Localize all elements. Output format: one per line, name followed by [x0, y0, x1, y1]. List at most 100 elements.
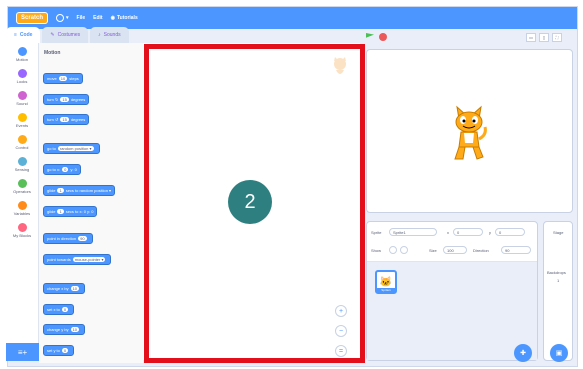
block-change-y[interactable]: change y by 10 [43, 324, 86, 335]
speaker-icon: ♪ [98, 32, 101, 38]
green-flag-icon[interactable] [366, 33, 374, 38]
category-sound[interactable]: Sound [6, 87, 38, 109]
block-value[interactable]: 0 [61, 348, 69, 353]
block-go-to[interactable]: go to random position ▾ [43, 143, 100, 154]
choose-backdrop-button[interactable]: ▣ [550, 344, 568, 362]
direction-field[interactable]: 90 [501, 246, 531, 254]
tab-code[interactable]: ≡ Code [6, 27, 41, 43]
block-set-y[interactable]: set y to 0 [43, 345, 75, 356]
backdrops-label: Backdrops [547, 270, 566, 275]
block-glide-to[interactable]: glide 1 secs to random position ▾ [43, 185, 116, 196]
choose-sprite-button[interactable]: ✚ [514, 344, 532, 362]
block-text: glide [47, 209, 56, 214]
y-label: y [489, 230, 491, 235]
x-field[interactable]: 0 [453, 228, 483, 236]
globe-icon [56, 14, 65, 22]
category-sensing[interactable]: Sensing [6, 153, 38, 175]
block-value[interactable]: mouse-pointer ▾ [72, 257, 106, 262]
block-glide-to-xy[interactable]: glide 1 secs to x: 0 y: 0 [43, 206, 98, 217]
stage-controls [366, 33, 387, 41]
tab-sounds[interactable]: ♪ Sounds [90, 27, 129, 43]
file-menu[interactable]: File [77, 15, 86, 21]
block-value[interactable]: 0 [61, 307, 69, 312]
block-text: go to [47, 146, 56, 151]
category-variables[interactable]: Variables [6, 197, 38, 219]
block-text: change x by [47, 286, 69, 291]
y-field[interactable]: 0 [495, 228, 525, 236]
category-dot [17, 156, 27, 166]
block-text: point towards [47, 257, 71, 262]
size-field[interactable]: 100 [443, 246, 467, 254]
category-motion[interactable]: Motion [6, 43, 38, 65]
tutorials-menu[interactable]: ◉ Tutorials [111, 15, 138, 21]
block-text: change y by [47, 327, 69, 332]
size-label: Size [429, 248, 437, 253]
tab-costumes[interactable]: ✎ Costumes [42, 27, 89, 43]
category-looks[interactable]: Looks [6, 65, 38, 87]
category-dot [17, 222, 27, 232]
large-stage-button[interactable]: ▯ [539, 33, 549, 42]
cat-sprite-icon [454, 105, 487, 160]
block-value[interactable]: 10 [58, 76, 68, 81]
sprite-name-field[interactable]: Sprite1 [389, 228, 437, 236]
small-stage-button[interactable]: ▭ [526, 33, 536, 42]
block-move-steps[interactable]: move 10 steps [43, 73, 83, 84]
block-change-x[interactable]: change x by 10 [43, 283, 86, 294]
block-palette: Motion move 10 steps turn ↻ 15 degrees turn … [39, 43, 143, 363]
block-value[interactable]: 0 [62, 167, 69, 172]
block-value[interactable]: 1 [57, 188, 64, 193]
block-turn-left[interactable]: turn ↺ 15 degrees [43, 114, 90, 125]
fullscreen-button[interactable]: ⛶ [552, 33, 562, 42]
language-menu[interactable]: ▾ [56, 14, 69, 22]
category-dot [17, 178, 27, 188]
category-events[interactable]: Events [6, 109, 38, 131]
block-value[interactable]: 1 [57, 209, 64, 214]
stop-icon[interactable] [379, 33, 387, 41]
block-text: glide [47, 188, 56, 193]
block-go-to-xy[interactable]: go to x: 0 y: 0 [43, 164, 81, 175]
edit-menu[interactable]: Edit [93, 15, 102, 21]
y-value: 0 [499, 229, 502, 235]
add-extension-button[interactable]: ≡+ [6, 343, 39, 361]
block-set-x[interactable]: set x to 0 [43, 304, 75, 315]
direction-value: 90 [505, 247, 510, 253]
block-turn-right[interactable]: turn ↻ 15 degrees [43, 94, 90, 105]
category-label: Sensing [14, 166, 30, 172]
extension-icon: ≡+ [17, 347, 28, 357]
category-my-blocks[interactable]: My Blocks [6, 219, 38, 241]
block-value[interactable]: 10 [70, 327, 80, 332]
sprite-thumbnail[interactable]: 🐱 Sprite1 [375, 270, 397, 294]
tab-code-label: Code [19, 32, 33, 38]
block-point-in-direction[interactable]: point in direction 90 [43, 233, 93, 244]
block-text: point in direction [47, 236, 77, 241]
category-label: My Blocks [12, 232, 32, 238]
category-label: Variables [13, 210, 31, 216]
stage-size-controls: ▭ ▯ ⛶ [526, 33, 562, 42]
block-value[interactable]: random position ▾ [57, 146, 94, 151]
block-value[interactable]: 90 [78, 236, 87, 241]
show-hidden-toggle[interactable] [400, 246, 408, 254]
block-point-towards[interactable]: point towards mouse-pointer ▾ [43, 254, 112, 265]
brush-icon: ✎ [50, 32, 55, 38]
block-suffix: y: 0 [70, 167, 77, 172]
stage-canvas[interactable] [366, 49, 573, 213]
x-label: x [447, 230, 449, 235]
block-value[interactable]: 15 [60, 97, 69, 102]
show-visible-toggle[interactable] [389, 246, 397, 254]
category-label: Operators [13, 188, 31, 194]
category-control[interactable]: Control [6, 131, 38, 153]
block-text: turn ↺ [47, 117, 59, 122]
code-icon: ≡ [14, 32, 17, 38]
block-text: set x to [47, 307, 60, 312]
category-dot [17, 134, 27, 144]
category-operators[interactable]: Operators [6, 175, 38, 197]
size-value: 100 [447, 247, 454, 253]
stage-selector[interactable]: Stage Backdrops 1 [543, 221, 573, 361]
category-dot [17, 46, 27, 56]
editor-tabs: ≡ Code ✎ Costumes ♪ Sounds [6, 27, 129, 43]
scratch-logo[interactable]: Scratch [16, 12, 49, 24]
stage-title: Stage [553, 230, 564, 235]
block-text: turn ↻ [47, 97, 59, 102]
block-value[interactable]: 10 [70, 286, 80, 291]
block-value[interactable]: 15 [60, 117, 69, 122]
